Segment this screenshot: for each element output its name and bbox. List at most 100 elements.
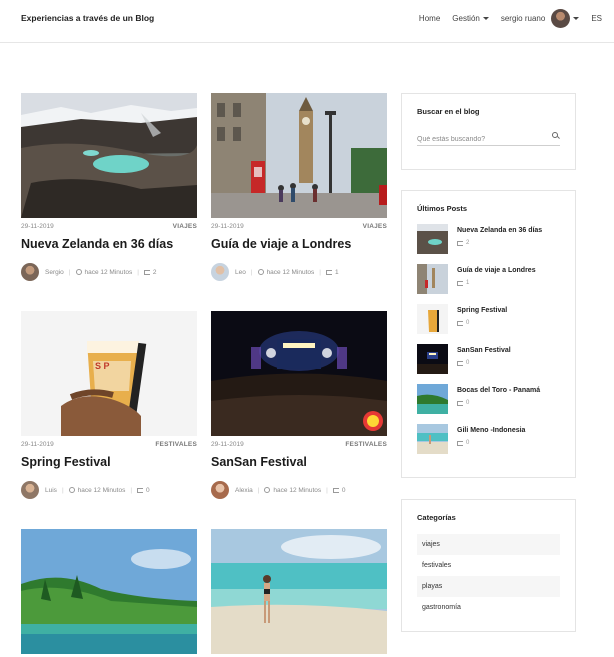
latest-post-comments: 1 [457, 280, 469, 286]
post-title[interactable]: Spring Festival [21, 455, 197, 469]
post-date: 29-11-2019 [211, 441, 244, 448]
nav-home-link[interactable]: Home [419, 14, 440, 23]
latest-post-title[interactable]: Bocas del Toro - Panamá [457, 387, 540, 394]
comment-count: 0 [466, 440, 470, 446]
post-title[interactable]: Nueva Zelanda en 36 días [21, 237, 197, 251]
latest-post-comments: 0 [457, 400, 469, 406]
post-title[interactable]: Guía de viaje a Londres [211, 237, 387, 251]
main-nav: Home Gestión sergio ruano ES [419, 0, 614, 36]
latest-post-title[interactable]: SanSan Festival [457, 347, 511, 354]
divider: | [137, 268, 139, 276]
post-category[interactable]: VIAJES [173, 223, 197, 230]
latest-posts-widget: Últimos Posts Nueva Zelanda en 36 días 2… [401, 190, 576, 478]
comment-count: 0 [466, 360, 470, 366]
post-time: hace 12 Minutos [273, 486, 322, 494]
user-menu[interactable]: sergio ruano [500, 8, 580, 28]
latest-post-item[interactable]: Guía de viaje a Londres 1 [417, 264, 567, 294]
latest-post-item[interactable]: Spring Festival 0 [417, 304, 567, 334]
latest-post-item[interactable]: Bocas del Toro - Panamá 0 [417, 384, 567, 414]
divider: | [61, 486, 64, 494]
language-selector[interactable]: ES [591, 14, 602, 23]
post-card: 29-11-2019 VIAJES Nueva Zelanda en 36 dí… [21, 93, 197, 281]
user-name: sergio ruano [500, 13, 546, 23]
comment-icon [325, 269, 332, 275]
latest-post-thumb [417, 304, 448, 334]
post-meta: Alexia | hace 12 Minutos | 0 [211, 481, 387, 499]
author-avatar [211, 263, 229, 281]
user-avatar [551, 8, 571, 28]
category-item[interactable]: viajes [417, 534, 560, 555]
post-time: hace 12 Minutos [77, 486, 126, 494]
post-card: 29-11-2019 VIAJES Guía de viaje a Londre… [211, 93, 387, 281]
top-navbar: Experiencias a través de un Blog Home Ge… [0, 0, 614, 43]
post-meta: Luis | hace 12 Minutos | 0 [21, 481, 197, 499]
latest-post-comments: 0 [457, 320, 469, 326]
post-image-sansan-festival[interactable] [211, 311, 387, 436]
site-brand[interactable]: Experiencias a través de un Blog [21, 13, 154, 23]
latest-post-thumb [417, 344, 448, 374]
post-image-spring-festival[interactable]: S P [21, 311, 197, 436]
latest-post-item[interactable]: SanSan Festival 0 [417, 344, 567, 374]
post-category[interactable]: FESTIVALES [155, 441, 197, 448]
clock-icon [257, 269, 264, 275]
latest-post-comments: 0 [457, 360, 469, 366]
comment-count: 0 [146, 486, 150, 494]
divider: | [250, 268, 253, 276]
post-image-gili-meno[interactable] [211, 529, 387, 654]
post-category[interactable]: FESTIVALES [345, 441, 387, 448]
author-name[interactable]: Alexia [235, 487, 253, 494]
latest-posts-title: Últimos Posts [417, 204, 468, 213]
clock-icon [68, 487, 75, 493]
comment-icon [143, 269, 150, 275]
search-icon[interactable] [552, 132, 558, 138]
category-item[interactable]: playas [417, 576, 560, 597]
comment-count: 1 [334, 268, 339, 276]
post-image-london[interactable] [211, 93, 387, 218]
comment-count: 0 [466, 400, 470, 406]
clock-icon [264, 487, 271, 493]
author-name[interactable]: Sergio [45, 269, 64, 276]
post-card: S P 29-11-2019 FESTIVALES Spring Festiva… [21, 311, 197, 499]
latest-post-title[interactable]: Gili Meno -Indonesia [457, 427, 525, 434]
latest-post-thumb [417, 264, 448, 294]
post-image-bocas-del-toro[interactable] [21, 529, 197, 654]
post-card [211, 529, 387, 654]
latest-post-item[interactable]: Nueva Zelanda en 36 días 2 [417, 224, 567, 254]
comment-count: 1 [466, 280, 470, 286]
post-date: 29-11-2019 [211, 223, 244, 230]
search-input[interactable] [417, 131, 542, 148]
post-time: hace 12 Minutos [84, 268, 133, 276]
post-image-new-zealand[interactable] [21, 93, 197, 218]
author-name[interactable]: Leo [235, 269, 246, 276]
comment-icon [137, 487, 144, 493]
latest-post-thumb [417, 224, 448, 254]
post-meta: Sergio | hace 12 Minutos | 2 [21, 263, 197, 281]
post-date: 29-11-2019 [21, 441, 54, 448]
post-date: 29-11-2019 [21, 223, 54, 230]
comment-count: 0 [466, 320, 470, 326]
clock-icon [75, 269, 82, 275]
comment-icon [457, 400, 463, 406]
post-card: 29-11-2019 FESTIVALES SanSan Festival Al… [211, 311, 387, 499]
comment-icon [457, 360, 463, 366]
post-meta: Leo | hace 12 Minutos | 1 [211, 263, 387, 281]
latest-post-title[interactable]: Guía de viaje a Londres [457, 267, 536, 274]
latest-post-title[interactable]: Spring Festival [457, 307, 507, 314]
author-name[interactable]: Luis [45, 487, 57, 494]
divider: | [319, 268, 321, 276]
nav-gestion-dropdown[interactable]: Gestión [452, 14, 489, 23]
comment-icon [457, 240, 463, 246]
latest-post-comments: 0 [457, 440, 469, 446]
divider: | [130, 486, 133, 494]
category-item[interactable]: festivales [417, 555, 560, 576]
latest-post-item[interactable]: Gili Meno -Indonesia 0 [417, 424, 567, 454]
post-category[interactable]: VIAJES [363, 223, 387, 230]
post-title[interactable]: SanSan Festival [211, 455, 387, 469]
search-box [417, 128, 560, 148]
author-avatar [21, 263, 39, 281]
category-item[interactable]: gastronomía [417, 597, 560, 618]
latest-post-title[interactable]: Nueva Zelanda en 36 días [457, 227, 542, 234]
categories-title: Categorías [417, 513, 456, 522]
divider: | [68, 268, 71, 276]
chevron-down-icon [573, 16, 580, 20]
